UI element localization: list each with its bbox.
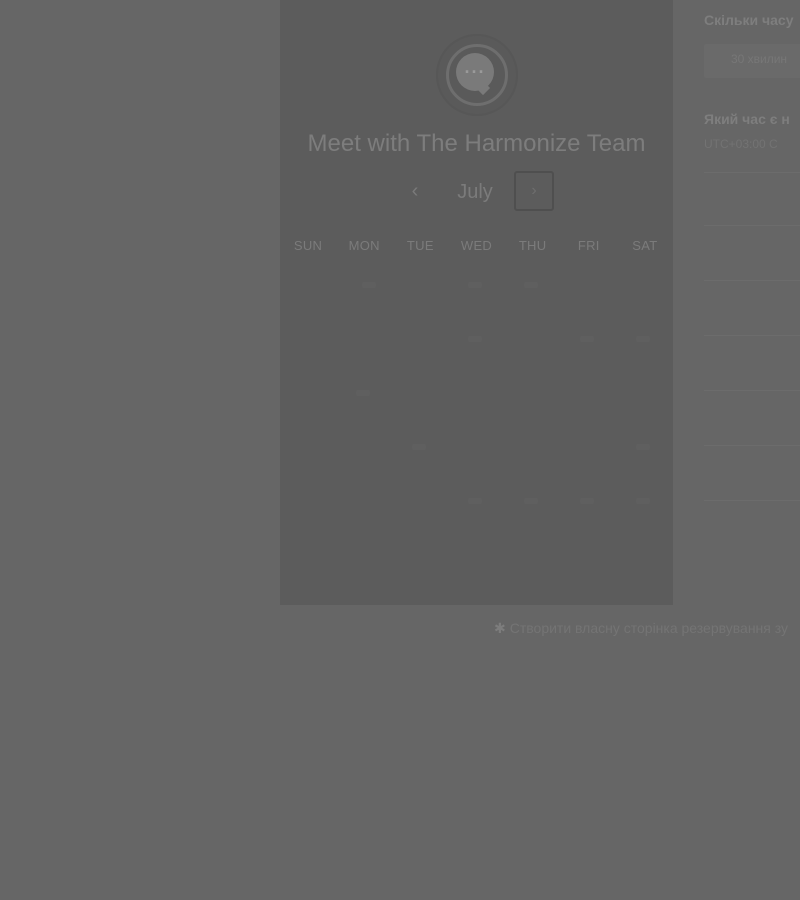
weekday-fri: FRI — [577, 238, 600, 253]
divider — [704, 445, 800, 446]
day-cell[interactable] — [524, 282, 538, 288]
month-label: July — [457, 181, 493, 203]
weekday-thu: THU — [518, 238, 547, 253]
divider — [704, 172, 800, 173]
duration-option-label: 30 хвилин — [730, 52, 788, 66]
weekday-header: SUN MON TUE WED THU FRI SAT — [280, 238, 673, 258]
weekday-wed: WED — [460, 238, 493, 253]
weekday-sun: SUN — [293, 238, 323, 253]
weekday-mon: MON — [348, 238, 380, 253]
divider — [704, 335, 800, 336]
sprocket-icon: ✱ — [494, 620, 506, 636]
duration-question: Скільки часу — [704, 12, 794, 28]
day-cell[interactable] — [468, 498, 482, 504]
timezone-selector[interactable]: UTC+03:00 С — [704, 137, 778, 151]
time-question: Який час є н — [704, 111, 790, 127]
day-cell[interactable] — [356, 390, 370, 396]
divider — [704, 390, 800, 391]
day-cell[interactable] — [636, 498, 650, 504]
day-cell[interactable] — [580, 498, 594, 504]
day-cell[interactable] — [636, 444, 650, 450]
create-booking-page-link[interactable]: ✱ Створити власну сторінка резервування з… — [494, 620, 788, 637]
day-cell[interactable] — [362, 282, 376, 288]
day-cell[interactable] — [468, 336, 482, 342]
divider — [704, 225, 800, 226]
weekday-sat: SAT — [632, 238, 658, 253]
day-cell[interactable] — [468, 282, 482, 288]
left-pane — [0, 0, 280, 610]
weekday-tue: TUE — [406, 238, 434, 253]
prev-month-button[interactable]: ‹ — [404, 178, 426, 204]
ellipsis-icon: ··· — [464, 62, 486, 82]
next-month-button[interactable]: › — [514, 171, 554, 211]
divider — [704, 500, 800, 501]
day-cell[interactable] — [412, 444, 426, 450]
day-cell[interactable] — [580, 336, 594, 342]
scheduling-options-pane — [673, 0, 800, 605]
day-cell[interactable] — [524, 498, 538, 504]
day-cell[interactable] — [636, 336, 650, 342]
page-title: Meet with The Harmonize Team — [307, 130, 646, 157]
divider — [704, 280, 800, 281]
footer-link-text: Створити власну сторінка резервування зу — [509, 620, 789, 636]
